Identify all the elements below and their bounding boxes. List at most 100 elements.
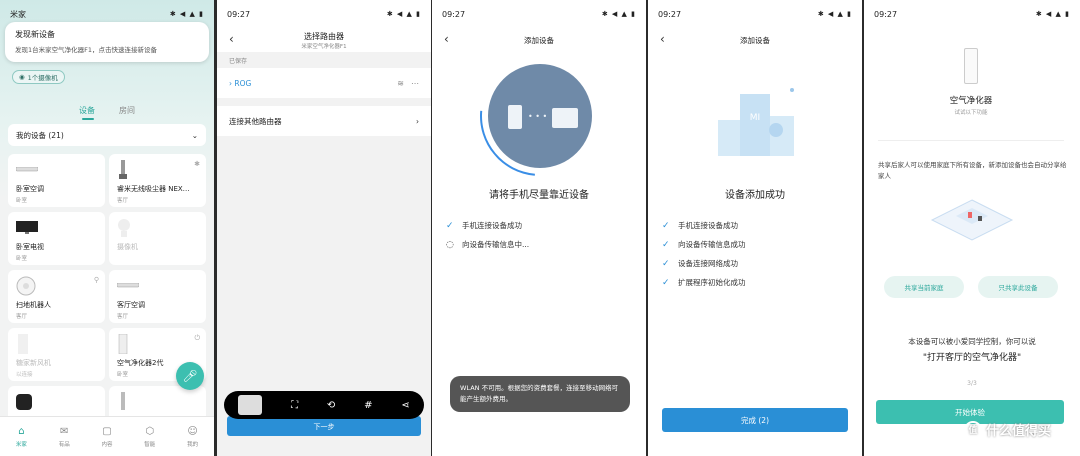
scan-icon[interactable]: ⛶	[291, 400, 298, 411]
instruction-text: 请将手机尽量靠近设备	[489, 190, 589, 201]
wifi-icon: ≋	[397, 78, 404, 88]
step-label: 扩展程序初始化成功	[678, 278, 746, 287]
status-bar: 09:27 ✱ ◀ ▲ ▮	[648, 0, 862, 28]
device-card[interactable]: 客厅空调 客厅	[109, 270, 206, 323]
sweep-icon[interactable]: ⚲	[94, 276, 99, 284]
status-icons: ✱ ◀ ▲ ▮	[601, 10, 636, 18]
header: 09:27 ✱ ◀ ▲ ▮ ‹ 选择路由器 米家空气净化器F1	[217, 0, 431, 52]
power-icon[interactable]: ⏻	[194, 334, 200, 343]
shop-icon: ✉	[60, 425, 69, 437]
mijia-home-screen: 米家 ✱ ◀ ▲ ▮ 发现新设备 发现1台米家空气净化器F1，点击快速连接新设备…	[0, 0, 214, 456]
nav-label: 内容	[101, 441, 113, 448]
device-card[interactable]: ⚲ 扫地机器人 客厅	[8, 270, 105, 323]
header: ‹ 添加设备	[648, 28, 862, 52]
microphone-icon: 🎤︎	[182, 369, 198, 383]
nav-label: 米家	[15, 441, 27, 448]
nav-label: 有品	[58, 441, 70, 448]
device-name: 摄像机	[117, 243, 138, 251]
chevron-down-icon: ⌄	[191, 130, 198, 140]
step-item: ✓ 手机连接设备成功	[662, 220, 746, 231]
status-app-label: 米家	[10, 9, 26, 19]
next-button[interactable]: 下一步	[227, 416, 421, 436]
air-purifier-image	[964, 48, 978, 84]
profile-icon: ☺	[187, 425, 198, 437]
status-bar: 09:27 ✱ ◀ ▲ ▮	[217, 0, 431, 28]
device-card[interactable]: 摄像机	[109, 212, 206, 265]
share-icon[interactable]: ⋖	[401, 400, 409, 411]
transfer-dots: • • •	[528, 112, 548, 121]
nav-home[interactable]: ⌂ 米家	[16, 426, 27, 448]
status-bar: 09:27 ✱ ◀ ▲ ▮	[432, 0, 646, 28]
share-current-home-button[interactable]: 共享当前家庭	[884, 276, 964, 298]
success-text: 设备添加成功	[725, 190, 785, 201]
device-name: 扫地机器人	[16, 301, 51, 309]
step-item: ◌ 向设备传输信息中...	[446, 239, 529, 250]
router-device-icon	[552, 108, 578, 128]
step-item: ✓ 扩展程序初始化成功	[662, 277, 746, 288]
nav-profile[interactable]: ☺ 我的	[187, 426, 198, 448]
tv-icon	[16, 218, 97, 238]
nav-content[interactable]: ▢ 内容	[101, 426, 112, 448]
select-router-screen: 09:27 ✱ ◀ ▲ ▮ ‹ 选择路由器 米家空气净化器F1 已保存 › RO…	[217, 0, 431, 456]
back-arrow-icon[interactable]: ‹	[444, 32, 449, 46]
camera-icon: ◉	[19, 73, 25, 81]
device-card[interactable]: 卧室空调 卧室	[8, 154, 105, 207]
device-name: 空气净化器	[949, 96, 993, 106]
svg-text:MI: MI	[750, 113, 760, 123]
crop-icon[interactable]: ⟲	[327, 400, 335, 411]
tab-devices[interactable]: 设备	[79, 105, 95, 116]
done-button[interactable]: 完成 (2)	[662, 408, 848, 432]
notification-title: 发现新设备	[15, 30, 55, 39]
robot-vacuum-icon	[16, 276, 97, 296]
share-device-only-button[interactable]: 只共享此设备	[978, 276, 1058, 298]
share-description: 共享后家人可以使用家庭下所有设备，新添加设备也会自动分享给家人	[878, 161, 1067, 180]
device-grid: 卧室空调 卧室 ✱ 睿米无线吸尘器 NEX… 客厅 卧室电视 卧室 摄像机 ⚲ …	[8, 154, 206, 439]
device-card[interactable]: 糖家新风机 以连接	[8, 328, 105, 381]
wlan-toast: WLAN 不可用。根据您的资费套餐，连接至移动网络可能产生额外费用。	[450, 376, 630, 412]
hashtag-icon[interactable]: #	[364, 400, 372, 411]
voice-command-example: "打开客厅的空气净化器"	[922, 353, 1022, 363]
notification-body: 发现1台米家空气净化器F1，点击快速连接新设备	[15, 46, 158, 54]
device-card[interactable]: 卧室电视 卧室	[8, 212, 105, 265]
back-arrow-icon[interactable]: ‹	[660, 32, 665, 46]
smart-icon: ⬡	[145, 425, 155, 437]
my-devices-label: 我的设备 (21)	[16, 130, 64, 140]
nav-smart[interactable]: ⬡ 智能	[144, 426, 155, 448]
device-added-screen: 09:27 ✱ ◀ ▲ ▮ ‹ 添加设备 MI 设备添加成功 ✓ 手机连接设备成功…	[648, 0, 862, 456]
nav-shop[interactable]: ✉ 有品	[59, 426, 70, 448]
screenshot-thumbnail[interactable]	[238, 395, 263, 415]
page-indicator: 3/3	[967, 380, 977, 387]
connect-other-router[interactable]: 连接其他路由器 ›	[217, 106, 431, 136]
loading-icon: ◌	[446, 239, 454, 250]
step-list: ✓ 手机连接设备成功 ✓ 向设备传输信息成功 ✓ 设备连接网络成功 ✓ 扩展程序初始化成…	[662, 220, 746, 296]
nav-label: 我的	[187, 441, 199, 448]
router-row[interactable]: › ROG ≋ ⋯	[217, 68, 431, 98]
router-icons: ≋ ⋯	[397, 79, 419, 88]
step-item: ✓ 手机连接设备成功	[446, 220, 529, 231]
home-icon: ⌂	[18, 425, 25, 437]
back-arrow-icon[interactable]: ‹	[229, 32, 234, 46]
step-label: 向设备传输信息成功	[678, 240, 746, 249]
device-name: 客厅空调	[117, 301, 145, 309]
status-time: 09:27	[442, 9, 466, 19]
fresh-air-icon	[16, 334, 97, 354]
device-name: 卧室空调	[16, 185, 44, 193]
voice-assistant-button[interactable]: 🎤︎	[176, 362, 204, 390]
tab-rooms[interactable]: 房间	[119, 105, 135, 116]
check-icon: ✓	[662, 258, 670, 269]
camera-count-pill[interactable]: ◉ 1个摄像机	[12, 70, 65, 84]
more-icon[interactable]: ⋯	[411, 79, 419, 88]
watermark-text: 什么值得买	[986, 424, 1052, 439]
adding-device-screen: 09:27 ✱ ◀ ▲ ▮ ‹ 添加设备 • • • 请将手机尽量靠近设备 ✓ 手…	[432, 0, 646, 456]
device-card[interactable]: ✱ 睿米无线吸尘器 NEX… 客厅	[109, 154, 206, 207]
my-devices-header[interactable]: 我的设备 (21) ⌄	[8, 124, 206, 146]
bluetooth-icon: ✱	[194, 160, 200, 168]
check-icon: ✓	[662, 277, 670, 288]
page-title: 添加设备	[740, 35, 770, 45]
device-room: 卧室	[16, 198, 28, 204]
tab-active-indicator	[82, 118, 94, 120]
vacuum-icon	[117, 392, 198, 412]
new-device-notification[interactable]: 发现新设备 发现1台米家空气净化器F1，点击快速连接新设备	[5, 22, 209, 62]
device-room: 客厅	[117, 314, 129, 320]
chevron-right-icon: ›	[416, 116, 419, 126]
